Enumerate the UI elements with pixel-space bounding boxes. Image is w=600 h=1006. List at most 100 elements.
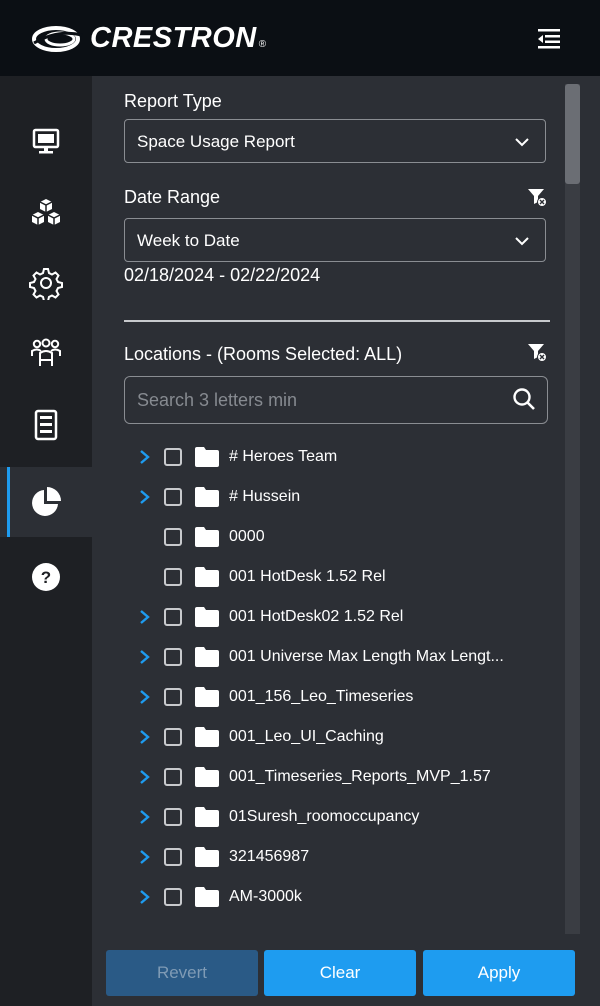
collapse-menu-icon[interactable]	[534, 24, 564, 54]
locations-label: Locations - (Rooms Selected: ALL)	[124, 344, 403, 364]
tree-row[interactable]: 001 HotDesk02 1.52 Rel	[124, 597, 403, 637]
folder-icon	[195, 647, 219, 667]
panel-scrollbar[interactable]	[565, 84, 580, 934]
nav-item-inventory[interactable]	[0, 178, 92, 248]
chevron-right-icon[interactable]	[138, 769, 152, 785]
apply-button[interactable]: Apply	[423, 950, 575, 996]
tree-row[interactable]: 321456987	[124, 837, 309, 877]
crestron-logo: CRESTRON ®	[30, 22, 266, 55]
room-checkbox[interactable]	[164, 488, 182, 506]
report-type-value: Space Usage Report	[137, 132, 295, 151]
room-checkbox[interactable]	[164, 768, 182, 786]
chevron-down-icon	[515, 138, 529, 147]
document-icon	[34, 409, 58, 441]
folder-icon	[195, 567, 219, 587]
clear-filter-icon[interactable]	[527, 187, 547, 207]
tree-item-label: 321456987	[229, 848, 310, 865]
clear-button[interactable]: Clear	[264, 950, 416, 996]
chevron-right-icon[interactable]	[138, 809, 152, 825]
section-divider	[124, 320, 550, 322]
tree-item-label: # Heroes Team	[229, 448, 338, 465]
room-checkbox[interactable]	[164, 728, 182, 746]
location-tree: # Heroes Team # Hussein 0000 001 HotDesk 1.…	[124, 437, 564, 937]
report-type-label: Report Type	[124, 91, 222, 111]
revert-button[interactable]: Revert	[106, 950, 258, 996]
tree-row[interactable]: 001_Leo_UI_Caching	[124, 717, 384, 757]
tree-row[interactable]: 001_Timeseries_Reports_MVP_1.57	[124, 757, 491, 797]
tree-item-label: 01Suresh_roomoccupancy	[229, 808, 420, 825]
tree-item-label: # Hussein	[229, 488, 301, 505]
chevron-down-icon	[515, 237, 529, 246]
folder-icon	[195, 767, 219, 787]
folder-icon	[195, 807, 219, 827]
chevron-right-icon[interactable]	[138, 649, 152, 665]
tree-item-label: AM-3000k	[229, 888, 302, 905]
tree-row[interactable]: 001_156_Leo_Timeseries	[124, 677, 413, 717]
crestron-swirl-icon	[32, 25, 83, 52]
nav-item-devices[interactable]	[0, 106, 92, 176]
date-range-select[interactable]: Week to Date	[124, 218, 546, 262]
room-checkbox[interactable]	[164, 688, 182, 706]
chevron-right-icon[interactable]	[138, 689, 152, 705]
report-type-select[interactable]: Space Usage Report	[124, 119, 546, 163]
chevron-right-icon[interactable]	[138, 889, 152, 905]
tree-item-label: 001 Universe Max Length Max Lengt...	[229, 648, 504, 665]
nav-item-settings[interactable]	[0, 248, 92, 318]
cubes-icon	[31, 199, 61, 225]
room-checkbox[interactable]	[164, 848, 182, 866]
folder-icon	[195, 487, 219, 507]
date-range-value: Week to Date	[137, 231, 240, 250]
tree-item-label: 001_Timeseries_Reports_MVP_1.57	[229, 768, 491, 785]
tree-row[interactable]: 0000	[124, 517, 265, 557]
svg-text:?: ?	[41, 568, 51, 587]
tree-item-label: 001_156_Leo_Timeseries	[229, 688, 414, 705]
tree-row[interactable]: AM-3000k	[124, 877, 302, 917]
room-checkbox[interactable]	[164, 608, 182, 626]
nav-rail: ?	[0, 76, 92, 1006]
folder-icon	[195, 527, 219, 547]
folder-icon	[195, 447, 219, 467]
tree-row[interactable]: 01Suresh_roomoccupancy	[124, 797, 419, 837]
room-checkbox[interactable]	[164, 568, 182, 586]
room-checkbox[interactable]	[164, 528, 182, 546]
monitor-icon	[32, 128, 60, 154]
chevron-right-icon[interactable]	[138, 609, 152, 625]
nav-item-help[interactable]: ?	[0, 542, 92, 612]
folder-icon	[195, 607, 219, 627]
location-search-input[interactable]: Search 3 letters min	[124, 376, 548, 424]
brand-name: CRESTRON	[90, 22, 257, 54]
scrollbar-thumb[interactable]	[565, 84, 580, 184]
folder-icon	[195, 847, 219, 867]
users-icon	[31, 338, 61, 366]
room-checkbox[interactable]	[164, 448, 182, 466]
gear-icon	[29, 268, 63, 300]
tree-item-label: 001_Leo_UI_Caching	[229, 728, 384, 745]
tree-item-label: 0000	[229, 528, 265, 545]
chevron-right-icon[interactable]	[138, 449, 152, 465]
nav-item-reports[interactable]	[0, 467, 92, 537]
tree-row[interactable]: 001 Universe Max Length Max Lengt...	[124, 637, 504, 677]
date-range-text: 02/18/2024 - 02/22/2024	[124, 265, 321, 285]
folder-icon	[195, 727, 219, 747]
room-checkbox[interactable]	[164, 648, 182, 666]
room-checkbox[interactable]	[164, 808, 182, 826]
chevron-right-icon[interactable]	[138, 489, 152, 505]
search-icon[interactable]	[511, 386, 537, 412]
tree-row[interactable]: # Hussein	[124, 477, 300, 517]
tree-item-label: 001 HotDesk02 1.52 Rel	[229, 608, 404, 625]
tree-row[interactable]: # Heroes Team	[124, 437, 337, 477]
nav-item-documents[interactable]	[0, 390, 92, 460]
clear-filter-icon[interactable]	[527, 342, 547, 362]
registered-mark: ®	[258, 39, 267, 50]
folder-icon	[195, 687, 219, 707]
tree-item-label: 001 HotDesk 1.52 Rel	[229, 568, 386, 585]
help-icon: ?	[32, 563, 60, 591]
room-checkbox[interactable]	[164, 888, 182, 906]
app-header: CRESTRON ®	[0, 0, 600, 76]
action-footer: Revert Clear Apply	[92, 940, 600, 1006]
chevron-right-icon[interactable]	[138, 849, 152, 865]
chevron-right-icon[interactable]	[138, 729, 152, 745]
nav-item-users[interactable]	[0, 318, 92, 388]
search-placeholder: Search 3 letters min	[137, 390, 298, 410]
tree-row[interactable]: 001 HotDesk 1.52 Rel	[124, 557, 386, 597]
